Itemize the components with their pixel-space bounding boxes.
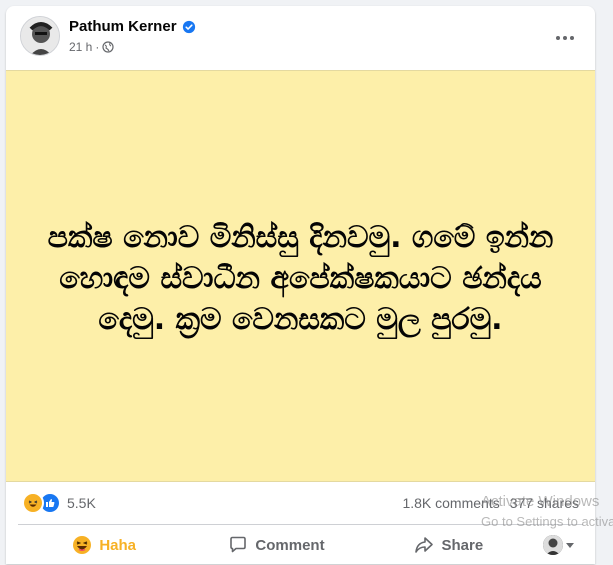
comment-icon bbox=[230, 536, 247, 553]
engagement-counts: 1.8K comments 377 shares bbox=[402, 495, 579, 511]
comment-label: Comment bbox=[255, 536, 325, 554]
post-card: Pathum Kerner 21 h · පක්ෂ නොව මිනිස්සු ද… bbox=[6, 6, 595, 564]
post-stats: 5.5K 1.8K comments 377 shares bbox=[6, 483, 595, 523]
shares-count[interactable]: 377 shares bbox=[510, 495, 579, 511]
share-label: Share bbox=[441, 536, 484, 554]
post-header: Pathum Kerner 21 h · bbox=[6, 6, 595, 70]
post-text: පක්ෂ නොව මිනිස්සු දිනවමු. ගමේ ඉන්න හොඳම … bbox=[47, 219, 554, 337]
comments-count[interactable]: 1.8K comments bbox=[402, 495, 499, 511]
post-time[interactable]: 21 h bbox=[69, 40, 92, 54]
reaction-icons bbox=[22, 492, 61, 514]
haha-icon bbox=[73, 536, 92, 554]
author-avatar[interactable] bbox=[20, 16, 60, 56]
reactions-count[interactable]: 5.5K bbox=[67, 495, 96, 511]
globe-icon bbox=[102, 41, 114, 53]
author-name[interactable]: Pathum Kerner bbox=[69, 18, 177, 35]
meta-separator: · bbox=[95, 40, 100, 54]
share-icon bbox=[415, 537, 434, 553]
mini-avatar bbox=[543, 535, 564, 555]
verified-badge-icon bbox=[182, 20, 195, 33]
reaction-profile-selector[interactable] bbox=[535, 535, 583, 555]
post-meta: 21 h · bbox=[69, 40, 114, 54]
haha-label: Haha bbox=[99, 536, 136, 554]
author-name-row[interactable]: Pathum Kerner bbox=[69, 18, 196, 35]
haha-reaction-icon bbox=[22, 492, 44, 514]
more-dots-icon bbox=[556, 36, 574, 40]
comment-button[interactable]: Comment bbox=[190, 528, 362, 562]
share-button[interactable]: Share bbox=[363, 528, 535, 562]
more-options-button[interactable] bbox=[547, 20, 583, 56]
post-actions-bar: Haha Comment Share bbox=[18, 525, 583, 565]
reactions-summary[interactable]: 5.5K bbox=[22, 492, 96, 514]
haha-button[interactable]: Haha bbox=[18, 528, 190, 562]
post-text-background: පක්ෂ නොව මිනිස්සු දිනවමු. ගමේ ඉන්න හොඳම … bbox=[6, 70, 595, 482]
caret-down-icon bbox=[566, 542, 575, 548]
